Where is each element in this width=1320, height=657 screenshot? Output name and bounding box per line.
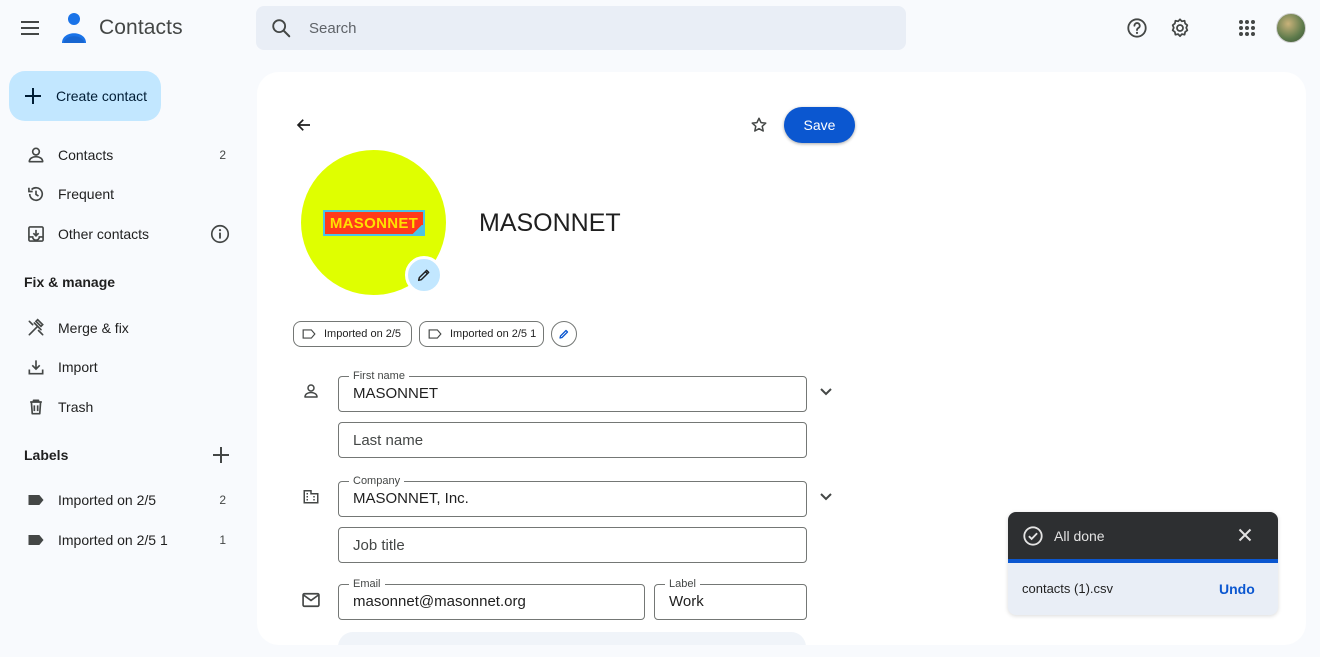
job-title-field[interactable]: Job title xyxy=(338,527,807,563)
check-circle-icon xyxy=(1022,525,1044,552)
pencil-icon xyxy=(417,269,430,282)
person-icon xyxy=(24,143,48,167)
sidebar-item-label-imported-1[interactable]: Imported on 2/5 1 1 xyxy=(12,523,244,557)
sidebar-item-count: 1 xyxy=(219,533,226,547)
apps-grid-icon[interactable] xyxy=(1233,14,1261,42)
create-contact-label: Create contact xyxy=(56,88,148,104)
create-contact-button[interactable]: Create contact xyxy=(9,71,161,121)
archive-icon xyxy=(24,222,48,246)
expand-company-chevron-icon[interactable] xyxy=(814,485,838,509)
sidebar-item-label: Imported on 2/5 xyxy=(58,492,157,508)
sidebar-item-count: 2 xyxy=(219,493,226,507)
email-icon xyxy=(299,588,323,612)
toast-title: All done xyxy=(1054,528,1105,544)
last-name-field[interactable]: Last name xyxy=(338,422,807,458)
pencil-icon xyxy=(559,329,569,339)
email-field[interactable]: Email masonnet@masonnet.org xyxy=(338,577,645,620)
sidebar-item-frequent[interactable]: Frequent xyxy=(12,177,244,211)
undo-button[interactable]: Undo xyxy=(1219,581,1255,597)
search-icon[interactable] xyxy=(270,17,292,44)
add-email-field[interactable] xyxy=(338,632,806,645)
close-icon[interactable] xyxy=(1234,524,1256,546)
email-label: Email xyxy=(349,577,385,591)
label-chip-imported-1[interactable]: Imported on 2/5 1 xyxy=(419,321,544,347)
settings-icon[interactable] xyxy=(1166,14,1194,42)
sidebar-item-import[interactable]: Import xyxy=(12,350,244,384)
sidebar-item-label-imported[interactable]: Imported on 2/5 2 xyxy=(12,483,244,517)
labels-heading: Labels xyxy=(24,447,69,463)
import-toast: All done contacts (1).csv Undo xyxy=(1008,512,1278,615)
company-logo-image: MASONNET xyxy=(323,210,425,236)
label-chip-text: Imported on 2/5 1 xyxy=(450,328,537,340)
account-avatar[interactable] xyxy=(1276,13,1306,43)
label-icon xyxy=(24,488,48,512)
sidebar-item-label: Import xyxy=(58,359,98,375)
star-icon[interactable] xyxy=(746,112,772,138)
label-outline-icon xyxy=(428,329,442,339)
merge-tools-icon xyxy=(24,316,48,340)
back-arrow-icon[interactable] xyxy=(291,112,317,138)
email-value: masonnet@masonnet.org xyxy=(353,593,526,610)
sidebar-item-label: Contacts xyxy=(58,147,114,163)
label-chip-text: Imported on 2/5 xyxy=(324,328,402,340)
sidebar-item-other-contacts[interactable]: Other contacts xyxy=(12,217,244,251)
company-label: Company xyxy=(349,474,405,488)
toast-progress-bar xyxy=(1008,559,1278,563)
sidebar-item-label: Imported on 2/5 1 xyxy=(58,532,168,548)
first-name-value: MASONNET xyxy=(353,385,439,402)
history-icon xyxy=(24,182,48,206)
label-icon xyxy=(24,528,48,552)
company-logo-text: MASONNET xyxy=(329,214,419,232)
first-name-label: First name xyxy=(349,369,409,383)
expand-name-chevron-icon[interactable] xyxy=(814,380,838,404)
trash-icon xyxy=(24,395,48,419)
edit-photo-button[interactable] xyxy=(405,256,443,294)
info-icon[interactable] xyxy=(209,223,231,245)
company-field[interactable]: Company MASONNET, Inc. xyxy=(338,474,807,517)
download-icon xyxy=(24,355,48,379)
business-icon xyxy=(299,484,323,508)
email-type-value: Work xyxy=(669,593,704,610)
job-title-placeholder: Job title xyxy=(353,537,405,554)
top-bar: Contacts xyxy=(0,0,1320,56)
toast-header: All done xyxy=(1008,512,1278,559)
sidebar-item-trash[interactable]: Trash xyxy=(12,390,244,424)
sidebar-item-label: Other contacts xyxy=(58,226,150,242)
plus-icon xyxy=(25,88,41,104)
fix-manage-heading: Fix & manage xyxy=(24,274,116,290)
label-outline-icon xyxy=(302,329,316,339)
main-menu-icon[interactable] xyxy=(14,11,48,45)
add-label-icon[interactable] xyxy=(209,443,233,467)
help-icon[interactable] xyxy=(1123,14,1151,42)
search-bar[interactable] xyxy=(256,6,906,50)
toast-file-name: contacts (1).csv xyxy=(1022,581,1114,596)
search-input[interactable] xyxy=(309,6,869,50)
email-type-label: Label xyxy=(665,577,700,591)
company-value: MASONNET, Inc. xyxy=(353,490,469,507)
sidebar-item-label: Frequent xyxy=(58,186,115,202)
sidebar-item-label: Merge & fix xyxy=(58,320,129,336)
contact-display-name: MASONNET xyxy=(479,209,621,237)
app-title[interactable]: Contacts xyxy=(99,16,183,40)
sidebar-item-contacts[interactable]: Contacts 2 xyxy=(12,138,244,172)
person-icon xyxy=(299,379,323,403)
contacts-logo-icon[interactable] xyxy=(60,12,88,44)
label-chip-imported[interactable]: Imported on 2/5 xyxy=(293,321,412,347)
sidebar-item-merge-fix[interactable]: Merge & fix xyxy=(12,311,244,345)
last-name-placeholder: Last name xyxy=(353,432,424,449)
edit-labels-button[interactable] xyxy=(551,321,577,347)
save-button[interactable]: Save xyxy=(784,107,855,143)
sidebar-item-count: 2 xyxy=(219,148,226,162)
email-type-select[interactable]: Label Work xyxy=(654,577,807,620)
sidebar-item-label: Trash xyxy=(58,399,94,415)
first-name-field[interactable]: First name MASONNET xyxy=(338,369,807,412)
